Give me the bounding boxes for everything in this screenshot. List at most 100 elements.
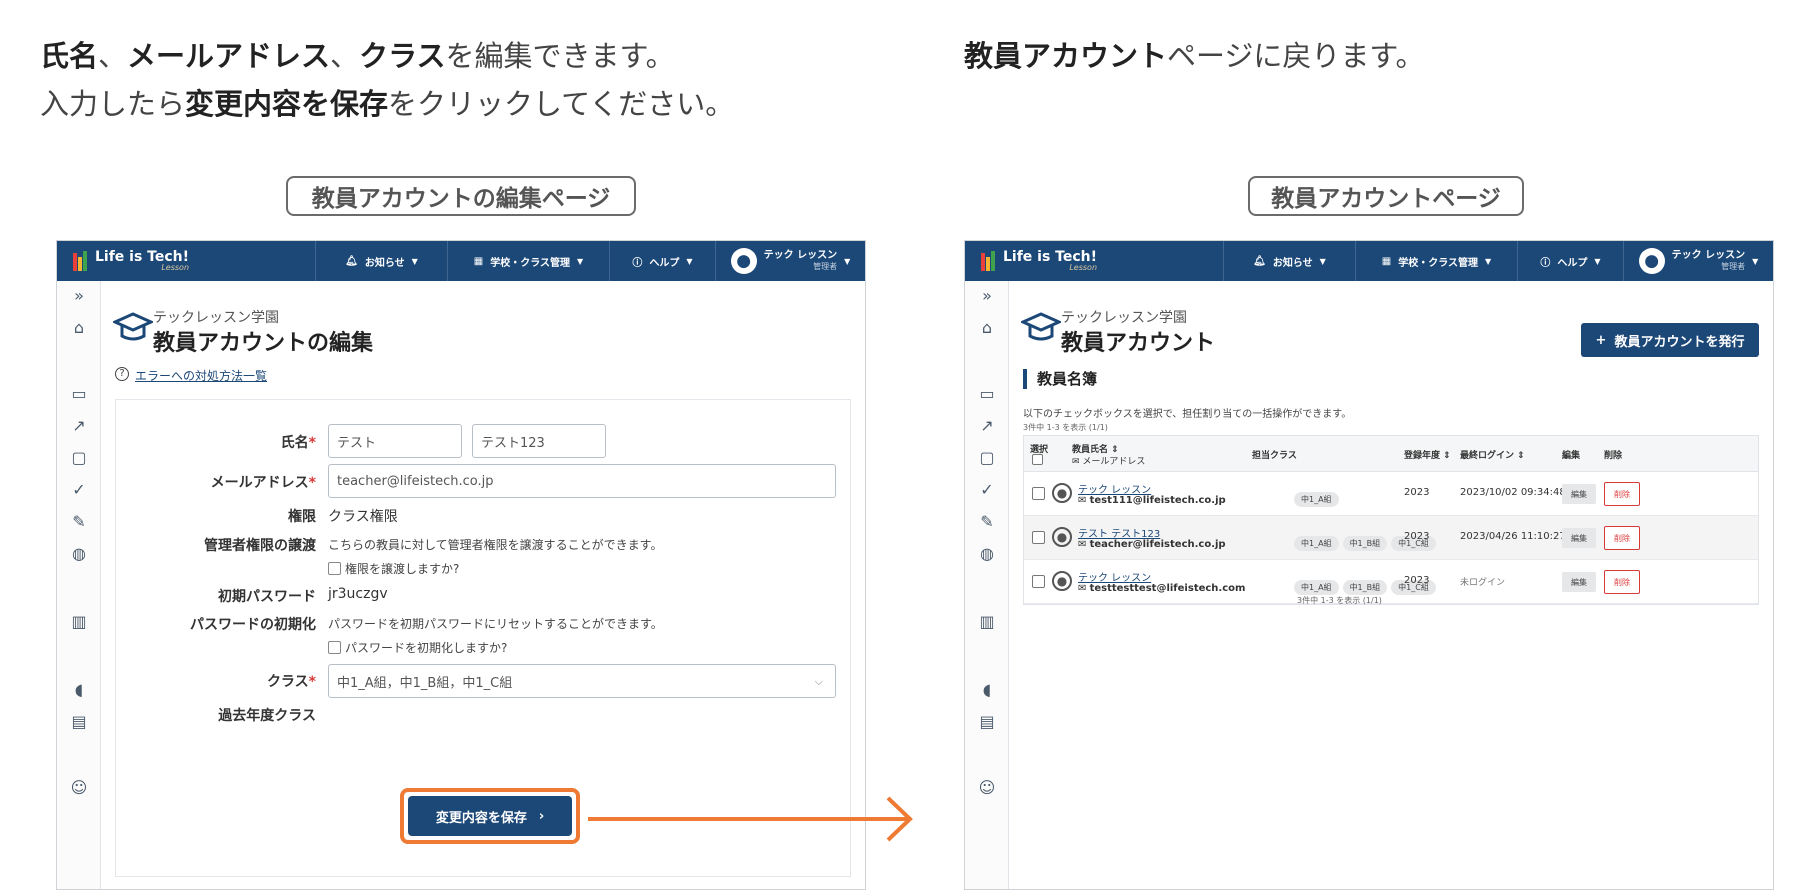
smile-icon[interactable]: ☺ <box>976 777 998 799</box>
home-icon[interactable]: ⌂ <box>976 317 998 339</box>
class-select[interactable]: 中1_A組，中1_B組，中1_C組 ⌵ <box>328 664 836 698</box>
school-name: テックレッスン学園 <box>153 310 279 326</box>
presentation-icon[interactable]: ▢ <box>976 447 998 469</box>
user-avatar-icon: ● <box>730 248 757 274</box>
help-menu[interactable]: ⓘ ヘルプ ▼ <box>1517 241 1623 281</box>
palette-icon[interactable]: ◍ <box>976 543 998 565</box>
initial-password-value: jr3uczgv <box>328 586 388 602</box>
pen-icon[interactable]: ✎ <box>68 511 90 533</box>
last-login: 2023/04/26 11:10:27 <box>1460 531 1566 542</box>
palette-icon[interactable]: ◍ <box>68 543 90 565</box>
caret-down-icon: ▼ <box>411 256 418 266</box>
user-avatar-icon: ● <box>1052 571 1072 591</box>
name-label: 氏名* <box>280 435 316 451</box>
caret-down-icon: ▼ <box>1752 256 1759 266</box>
user-menu[interactable]: ● テック レッスン 管理者 ▼ <box>715 241 865 281</box>
user-avatar-icon: ● <box>1638 248 1665 274</box>
help-menu[interactable]: ⓘ ヘルプ ▼ <box>609 241 715 281</box>
expand-sidebar-icon[interactable]: » <box>976 285 998 307</box>
edit-button[interactable]: 編集 <box>1562 484 1596 504</box>
logo-mark-icon <box>981 251 997 271</box>
teacher-name-link[interactable]: テック レッスン <box>1078 481 1151 496</box>
table-row: ● テスト テスト123 ✉ teacher@lifeistech.co.jp … <box>1024 516 1758 560</box>
checkbox-icon[interactable] <box>328 562 341 575</box>
beginner-icon[interactable]: ◖ <box>68 679 90 701</box>
trend-icon[interactable]: ↗ <box>68 415 90 437</box>
user-avatar-icon: ● <box>1052 527 1072 547</box>
issue-account-button[interactable]: + 教員アカウントを発行 <box>1581 323 1759 357</box>
list-page-screenshot: Life is Tech! Lesson 🔔︎ お知らせ ▼ ▦ 学校・クラス管理 ▼ … <box>964 240 1774 890</box>
role-value: クラス権限 <box>328 509 398 525</box>
school-class-menu[interactable]: ▦ 学校・クラス管理 ▼ <box>1355 241 1517 281</box>
app-logo[interactable]: Life is Tech! Lesson <box>57 250 315 272</box>
top-navigation: Life is Tech! Lesson 🔔︎ お知らせ ▼ ▦ 学校・クラス管理 ▼ … <box>57 241 865 281</box>
edit-button[interactable]: 編集 <box>1562 572 1596 592</box>
delete-button[interactable]: 削除 <box>1604 526 1640 550</box>
edit-button[interactable]: 編集 <box>1562 528 1596 548</box>
presentation-icon[interactable]: ▢ <box>68 447 90 469</box>
sort-icon: ⇕ <box>1514 451 1525 461</box>
result-text: 教員アカウントページに戻ります。 <box>964 39 1425 73</box>
list-content: テックレッスン学園 教員アカウント + 教員アカウントを発行 教員名簿 以下のチェ… <box>1009 281 1773 889</box>
row-checkbox[interactable] <box>1032 531 1045 544</box>
checkbox-icon[interactable] <box>328 641 341 654</box>
save-button-highlight: 変更内容を保存 › <box>400 788 580 844</box>
email-input[interactable]: teacher@lifeistech.co.jp <box>328 464 836 498</box>
year-header[interactable]: 登録年度 ⇕ <box>1404 448 1451 461</box>
row-checkbox[interactable] <box>1032 487 1045 500</box>
school-name: テックレッスン学園 <box>1061 310 1187 326</box>
teacher-name-link[interactable]: テスト テスト123 <box>1078 525 1160 540</box>
role-label: 権限 <box>288 509 316 525</box>
document-edit-icon[interactable]: ▤ <box>976 711 998 733</box>
class-label: クラス* <box>266 674 316 690</box>
delete-header: 削除 <box>1604 451 1623 461</box>
row-checkbox[interactable] <box>1032 575 1045 588</box>
class-chip: 中1_B組 <box>1342 580 1388 595</box>
teacher-name-link[interactable]: テック レッスン <box>1078 569 1151 584</box>
class-chip: 中1_A組 <box>1294 536 1339 551</box>
table-header: 選択 教員氏名 ⇕ ✉ メールアドレス 担当クラス 登録年度 ⇕ 最終ログイン … <box>1024 436 1758 472</box>
teacher-table: 選択 教員氏名 ⇕ ✉ メールアドレス 担当クラス 登録年度 ⇕ 最終ログイン … <box>1023 435 1759 605</box>
logo-text: Life is Tech! <box>1003 248 1098 265</box>
calendar-icon[interactable]: ▭ <box>976 383 998 405</box>
last-login-header[interactable]: 最終ログイン ⇕ <box>1460 448 1525 461</box>
delete-button[interactable]: 削除 <box>1604 482 1640 506</box>
table-row: ● テック レッスン ✉ test111@lifeistech.co.jp 中1… <box>1024 472 1758 516</box>
calendar-icon[interactable]: ▭ <box>68 383 90 405</box>
select-all-checkbox[interactable] <box>1032 454 1043 465</box>
notice-menu[interactable]: 🔔︎ お知らせ ▼ <box>315 241 447 281</box>
pen-icon[interactable]: ✎ <box>976 511 998 533</box>
table-body: ● テック レッスン ✉ test111@lifeistech.co.jp 中1… <box>1024 472 1758 604</box>
error-help-link[interactable]: エラーへの対処方法一覧 <box>135 367 267 384</box>
transfer-checkbox[interactable]: 権限を譲渡しますか? <box>328 560 459 577</box>
school-class-menu[interactable]: ▦ 学校・クラス管理 ▼ <box>447 241 609 281</box>
app-logo[interactable]: Life is Tech! Lesson <box>965 248 1223 272</box>
question-circle-icon: ? <box>115 367 129 381</box>
home-icon[interactable]: ⌂ <box>68 317 90 339</box>
check-circle-icon[interactable]: ✓ <box>976 479 998 501</box>
first-name-input[interactable]: テスト123 <box>472 424 606 458</box>
smile-icon[interactable]: ☺ <box>68 777 90 799</box>
notice-menu[interactable]: 🔔︎ お知らせ ▼ <box>1223 241 1355 281</box>
last-name-input[interactable]: テスト <box>328 424 462 458</box>
expand-sidebar-icon[interactable]: » <box>68 285 90 307</box>
beginner-icon[interactable]: ◖ <box>976 679 998 701</box>
mail-icon: ✉ <box>1078 495 1090 506</box>
report-icon[interactable]: ▥ <box>68 611 90 633</box>
password-reset-label: パスワードの初期化 <box>190 617 316 633</box>
result-count: 3件中 1-3 を表示 (1/1) <box>1023 423 1108 432</box>
report-icon[interactable]: ▥ <box>976 611 998 633</box>
trend-icon[interactable]: ↗ <box>976 415 998 437</box>
check-circle-icon[interactable]: ✓ <box>68 479 90 501</box>
user-menu[interactable]: ● テック レッスン 管理者 ▼ <box>1623 241 1773 281</box>
page-title: 教員アカウント <box>1061 331 1216 356</box>
last-login: 2023/10/02 09:34:48 <box>1460 487 1566 498</box>
table-description: 以下のチェックボックスを選択で、担任割り当ての一括操作ができます。 <box>1023 409 1352 420</box>
section-title: 教員名簿 <box>1023 369 1097 389</box>
delete-button[interactable]: 削除 <box>1604 570 1640 594</box>
save-button[interactable]: 変更内容を保存 › <box>408 796 572 836</box>
password-reset-checkbox[interactable]: パスワードを初期化しますか? <box>328 639 507 656</box>
class-chip: 中1_A組 <box>1294 492 1339 507</box>
document-edit-icon[interactable]: ▤ <box>68 711 90 733</box>
mail-icon: ✉ <box>1072 457 1083 467</box>
